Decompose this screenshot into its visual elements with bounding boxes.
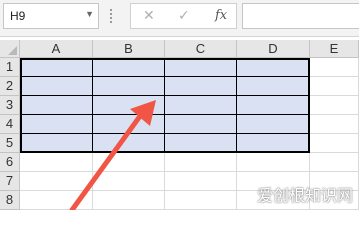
cell-c7[interactable]	[165, 172, 237, 191]
cell-e5[interactable]	[310, 134, 359, 153]
select-all-button[interactable]	[0, 40, 20, 58]
cell-c1[interactable]	[165, 58, 237, 77]
cell-c2[interactable]	[165, 77, 237, 96]
row-header-7[interactable]: 7	[0, 172, 20, 191]
column-header-c[interactable]: C	[165, 40, 237, 58]
cell-d3[interactable]	[237, 96, 310, 115]
cell-a3[interactable]	[20, 96, 93, 115]
cell-a8[interactable]	[20, 191, 93, 210]
cell-a6[interactable]	[20, 153, 93, 172]
name-box-value: H9	[10, 9, 26, 23]
cell-b8[interactable]	[93, 191, 165, 210]
row-header-2[interactable]: 2	[0, 77, 20, 96]
cell-c6[interactable]	[165, 153, 237, 172]
cell-a1[interactable]	[20, 58, 93, 77]
cell-a2[interactable]	[20, 77, 93, 96]
chevron-down-icon[interactable]: ▼	[85, 9, 94, 19]
column-header-e[interactable]: E	[310, 40, 359, 58]
row-header-5[interactable]: 5	[0, 134, 20, 153]
cell-a4[interactable]	[20, 115, 93, 134]
row-header-4[interactable]: 4	[0, 115, 20, 134]
cell-c8[interactable]	[165, 191, 237, 210]
watermark: 爱创根知识网	[256, 186, 353, 205]
row-header-3[interactable]: 3	[0, 96, 20, 115]
column-header-a[interactable]: A	[20, 40, 93, 58]
name-box[interactable]: H9 ▼	[3, 3, 99, 29]
cell-a7[interactable]	[20, 172, 93, 191]
cell-d2[interactable]	[237, 77, 310, 96]
cell-d5[interactable]	[237, 134, 310, 153]
formula-bar: H9 ▼ ✕ ✓ fx	[0, 0, 359, 37]
insert-function-button[interactable]: fx	[215, 8, 227, 23]
cell-d6[interactable]	[237, 153, 310, 172]
formula-input[interactable]	[242, 3, 359, 29]
cell-b3[interactable]	[93, 96, 165, 115]
cell-e4[interactable]	[310, 115, 359, 134]
cell-b6[interactable]	[93, 153, 165, 172]
cell-e2[interactable]	[310, 77, 359, 96]
column-header-d[interactable]: D	[237, 40, 310, 58]
close-icon[interactable]: ✕	[143, 7, 155, 24]
cell-e1[interactable]	[310, 58, 359, 77]
cell-e6[interactable]	[310, 153, 359, 172]
cell-e3[interactable]	[310, 96, 359, 115]
cell-c5[interactable]	[165, 134, 237, 153]
column-header-b[interactable]: B	[93, 40, 165, 58]
cell-d4[interactable]	[237, 115, 310, 134]
cell-b7[interactable]	[93, 172, 165, 191]
row-header-6[interactable]: 6	[0, 153, 20, 172]
formula-buttons: ✕ ✓ fx	[130, 3, 237, 29]
checkmark-icon[interactable]: ✓	[178, 7, 190, 24]
row-header-8[interactable]: 8	[0, 191, 20, 210]
cell-d1[interactable]	[237, 58, 310, 77]
grip-handle[interactable]	[110, 9, 115, 23]
cell-b1[interactable]	[93, 58, 165, 77]
cell-b5[interactable]	[93, 134, 165, 153]
row-header-1[interactable]: 1	[0, 58, 20, 77]
cell-c4[interactable]	[165, 115, 237, 134]
cell-b2[interactable]	[93, 77, 165, 96]
cell-a5[interactable]	[20, 134, 93, 153]
cell-b4[interactable]	[93, 115, 165, 134]
cell-c3[interactable]	[165, 96, 237, 115]
